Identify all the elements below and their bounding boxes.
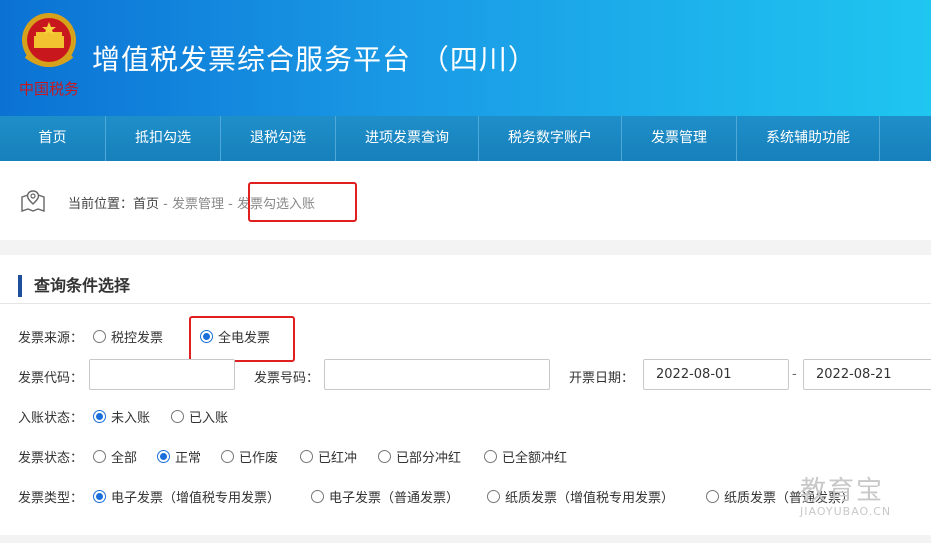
breadcrumb-home[interactable]: 首页 bbox=[133, 197, 159, 212]
radio-icon[interactable] bbox=[93, 450, 106, 463]
main-nav: 首页 抵扣勾选 退税勾选 进项发票查询 税务数字账户 发票管理 系统辅助功能 bbox=[0, 116, 931, 161]
watermark-subtext: JIAOYUBAO.CN bbox=[800, 505, 892, 518]
invoice-type-radio-e-ordinary[interactable]: 电子发票（普通发票） bbox=[311, 487, 459, 506]
highlight-box-breadcrumb bbox=[248, 182, 357, 222]
panel-title: 查询条件选择 bbox=[18, 275, 130, 297]
radio-icon[interactable] bbox=[300, 450, 313, 463]
nav-item-refund-select[interactable]: 退税勾选 bbox=[221, 116, 336, 161]
location-map-icon bbox=[21, 190, 45, 212]
invoice-type-label: 发票类型： bbox=[18, 491, 84, 506]
invoice-status-radio-full-reversed[interactable]: 已全额冲红 bbox=[484, 447, 567, 466]
account-status-radio-posted[interactable]: 已入账 bbox=[171, 407, 228, 426]
issue-date-label: 开票日期： bbox=[569, 371, 635, 386]
highlight-box-source bbox=[189, 316, 295, 362]
nav-item-home[interactable]: 首页 bbox=[0, 116, 106, 161]
account-status-radio-unposted[interactable]: 未入账 bbox=[93, 407, 150, 426]
date-range-separator: - bbox=[792, 367, 797, 382]
breadcrumb-separator: - bbox=[159, 197, 172, 212]
nav-item-tax-digital-account[interactable]: 税务数字账户 bbox=[479, 116, 622, 161]
invoice-status-radio-voided[interactable]: 已作废 bbox=[221, 447, 278, 466]
breadcrumb-prefix: 当前位置： bbox=[68, 197, 134, 212]
radio-icon[interactable] bbox=[171, 410, 184, 423]
watermark: 教育宝 JIAOYUBAO.CN bbox=[800, 470, 891, 518]
watermark-text: 教育宝 bbox=[800, 476, 885, 506]
issue-date-from-input[interactable]: 2022-08-01 bbox=[643, 359, 789, 390]
invoice-code-input[interactable] bbox=[89, 359, 235, 390]
radio-icon[interactable] bbox=[311, 490, 324, 503]
source-radio-tax-control[interactable]: 税控发票 bbox=[93, 327, 163, 346]
radio-selected-icon[interactable] bbox=[93, 410, 106, 423]
nav-item-input-invoice-query[interactable]: 进项发票查询 bbox=[336, 116, 479, 161]
query-panel: 查询条件选择 发票来源： 税控发票 全电发票 发票代码： 发票号码： 开票日期：… bbox=[0, 255, 931, 535]
radio-selected-icon[interactable] bbox=[157, 450, 170, 463]
invoice-status-radio-red-reversed[interactable]: 已红冲 bbox=[300, 447, 357, 466]
invoice-status-radio-all[interactable]: 全部 bbox=[93, 447, 137, 466]
account-status-label: 入账状态： bbox=[18, 411, 84, 426]
breadcrumb-section[interactable]: 发票管理 bbox=[172, 197, 224, 212]
radio-icon[interactable] bbox=[378, 450, 391, 463]
radio-icon[interactable] bbox=[484, 450, 497, 463]
site-header: 中国税务 增值税发票综合服务平台 （四川） bbox=[0, 0, 931, 116]
nav-item-invoice-management[interactable]: 发票管理 bbox=[622, 116, 737, 161]
nav-item-system-tools[interactable]: 系统辅助功能 bbox=[737, 116, 880, 161]
invoice-status-radio-partial-reversed[interactable]: 已部分冲红 bbox=[378, 447, 461, 466]
invoice-type-radio-paper-special[interactable]: 纸质发票（增值税专用发票） bbox=[487, 487, 674, 506]
invoice-type-radio-e-special[interactable]: 电子发票（增值税专用发票） bbox=[93, 487, 280, 506]
invoice-code-label: 发票代码： bbox=[18, 371, 84, 386]
panel-divider bbox=[0, 303, 931, 304]
breadcrumb-separator: - bbox=[224, 197, 237, 212]
nav-item-deduction-select[interactable]: 抵扣勾选 bbox=[106, 116, 221, 161]
svg-text:中国税务: 中国税务 bbox=[19, 80, 79, 98]
radio-icon[interactable] bbox=[487, 490, 500, 503]
invoice-status-radio-normal[interactable]: 正常 bbox=[157, 447, 201, 466]
page-title: 增值税发票综合服务平台 （四川） bbox=[92, 43, 537, 76]
breadcrumb-bar: 当前位置：首页 - 发票管理 - 发票勾选入账 bbox=[0, 161, 931, 240]
radio-icon[interactable] bbox=[706, 490, 719, 503]
invoice-status-label: 发票状态： bbox=[18, 451, 84, 466]
radio-selected-icon[interactable] bbox=[93, 490, 106, 503]
source-label: 发票来源： bbox=[18, 331, 84, 346]
invoice-number-input[interactable] bbox=[324, 359, 550, 390]
tax-emblem-icon: 中国税务 bbox=[19, 13, 79, 98]
radio-icon[interactable] bbox=[221, 450, 234, 463]
issue-date-to-input[interactable]: 2022-08-21 bbox=[803, 359, 931, 390]
invoice-number-label: 发票号码： bbox=[254, 371, 320, 386]
radio-icon[interactable] bbox=[93, 330, 106, 343]
